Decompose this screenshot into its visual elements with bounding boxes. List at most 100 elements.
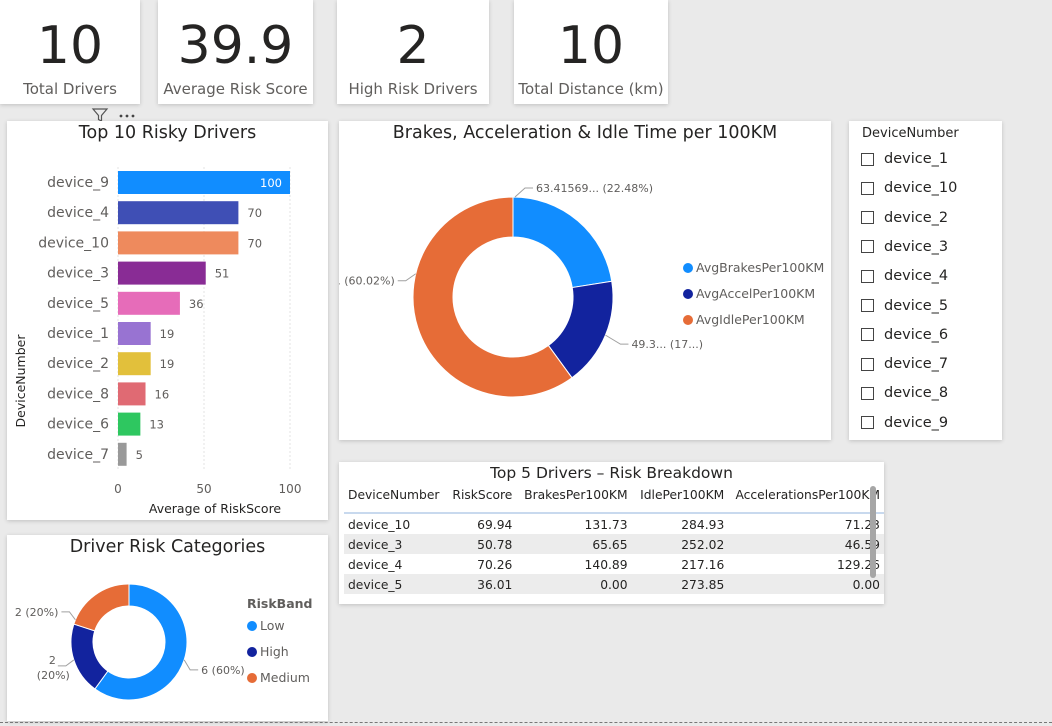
bar[interactable]	[118, 261, 206, 285]
table-row[interactable]: device_5 36.01 0.00 273.85 0.00	[344, 574, 884, 594]
slicer-item[interactable]: device_3	[861, 236, 948, 258]
y-tick-label: device_2	[47, 356, 109, 372]
slicer-item[interactable]: device_6	[861, 324, 948, 346]
checkbox[interactable]	[861, 269, 874, 283]
table-cell: 217.16	[681, 557, 725, 572]
y-axis-label: DeviceNumber	[13, 334, 28, 428]
table-cell: 36.01	[446, 574, 517, 594]
kpi-value: 39.9	[177, 16, 294, 76]
kpi-label: Total Distance (km)	[518, 80, 664, 98]
donut-data-label: (20%)	[37, 669, 70, 682]
table-cell: 129.26	[836, 557, 880, 572]
legend-label[interactable]: AvgIdlePer100KM	[696, 312, 805, 327]
slicer-item-label: device_6	[884, 326, 949, 343]
table-cell: 69.94	[477, 517, 513, 532]
donut-card-risk-categories[interactable]: Driver Risk Categories 6 (60%) 2 (20%) 2 (2…	[7, 535, 328, 721]
more-options-icon[interactable]	[117, 108, 137, 122]
bar[interactable]	[118, 352, 151, 376]
slicer-item-label: device_3	[884, 238, 949, 255]
device-slicer[interactable]: DeviceNumber device_1 device_10 device_2 de…	[849, 121, 1002, 440]
table-row[interactable]: device_10 69.94 131.73 284.93 71.23	[344, 513, 884, 534]
column-header[interactable]: DeviceNumber	[344, 482, 447, 514]
checkbox[interactable]	[861, 211, 874, 225]
donut-data-label: 49.3... (17...)	[631, 338, 703, 351]
leader-line	[57, 659, 75, 667]
kpi-card-high-risk-drivers: 2 High Risk Drivers	[337, 0, 489, 104]
checkbox[interactable]	[861, 152, 874, 166]
checkbox[interactable]	[861, 357, 874, 371]
slicer-item[interactable]: device_2	[861, 207, 948, 229]
donut-chart-per-100km[interactable]: 63.41569... (22.48%) 49.3... (17...) 169.3…	[339, 121, 831, 440]
column-header[interactable]: RiskScore	[446, 482, 517, 514]
table-cell: device_3	[344, 534, 447, 554]
slicer-item[interactable]: device_10	[861, 177, 957, 199]
kpi-value: 10	[36, 16, 104, 76]
legend-label[interactable]: AvgAccelPer100KM	[696, 286, 815, 301]
column-header[interactable]: BrakesPer100KM	[516, 482, 632, 514]
kpi-label: Average Risk Score	[163, 80, 308, 98]
slicer-item[interactable]: device_8	[861, 382, 948, 404]
table-cell: 46.59	[728, 534, 884, 554]
slicer-item[interactable]: device_1	[861, 148, 948, 170]
slicer-item-label: device_9	[884, 414, 949, 431]
bar[interactable]	[118, 412, 141, 436]
legend-label[interactable]: Medium	[260, 670, 310, 685]
table-scrollbar[interactable]	[870, 486, 876, 578]
checkbox[interactable]	[861, 328, 874, 342]
donut-slice[interactable]	[73, 583, 130, 632]
y-tick-label: device_7	[47, 447, 109, 463]
slicer-item[interactable]: device_9	[861, 412, 948, 434]
donut-data-label: 63.41569... (22.48%)	[536, 182, 653, 195]
bar-data-label: 36	[189, 297, 204, 311]
donut-slice[interactable]	[70, 623, 109, 690]
bar-data-label: 13	[149, 418, 164, 432]
slicer-item[interactable]: device_5	[861, 295, 948, 317]
legend-label[interactable]: Low	[260, 618, 285, 633]
table-cell: 65.65	[516, 534, 632, 554]
kpi-label: High Risk Drivers	[348, 80, 478, 98]
y-tick-label: device_9	[47, 175, 109, 191]
checkbox[interactable]	[861, 386, 874, 400]
table-title: Top 5 Drivers – Risk Breakdown	[490, 464, 733, 482]
checkbox[interactable]	[861, 181, 874, 195]
legend-label[interactable]: AvgBrakesPer100KM	[696, 260, 824, 275]
checkbox[interactable]	[861, 240, 874, 254]
table-row[interactable]: device_3 50.78 65.65 252.02 46.59	[344, 534, 884, 554]
risk-breakdown-table-card[interactable]: Top 5 Drivers – Risk Breakdown DeviceNum…	[339, 462, 884, 604]
bar[interactable]	[118, 201, 239, 225]
table-cell: 50.78	[446, 534, 517, 554]
bar[interactable]	[118, 231, 239, 255]
table-row[interactable]: device_4 70.26 140.89 217.16 129.26	[344, 554, 884, 574]
bar[interactable]	[118, 291, 180, 315]
table-cell: 273.85	[631, 574, 729, 594]
bar-data-label: 5	[136, 448, 143, 462]
column-header[interactable]: IdlePer100KM	[631, 482, 729, 514]
checkbox[interactable]	[861, 416, 874, 430]
bar-chart[interactable]: 0 50 100 device_9 100 device_4 70 device_10 70 de…	[7, 121, 328, 520]
donut-slice[interactable]	[512, 196, 613, 289]
checkbox[interactable]	[861, 299, 874, 312]
bar[interactable]	[118, 382, 146, 406]
bar-data-label: 51	[215, 267, 230, 281]
donut-card-per-100km[interactable]: Brakes, Acceleration & Idle Time per 100…	[339, 121, 831, 440]
bar-data-label: 16	[155, 387, 170, 401]
y-tick-label: device_3	[47, 266, 109, 282]
leader-line	[183, 659, 199, 671]
kpi-label: Total Drivers	[23, 80, 117, 98]
legend-label[interactable]: High	[260, 644, 289, 659]
kpi-card-total-drivers: 10 Total Drivers	[0, 0, 140, 104]
slicer-item[interactable]: device_7	[861, 353, 948, 375]
slicer-item[interactable]: device_4	[861, 265, 948, 287]
donut-data-label: 2	[49, 654, 56, 667]
bar-chart-card[interactable]: Top 10 Risky Drivers 0 50 100 device_9 100 de…	[7, 121, 328, 520]
bar[interactable]	[118, 442, 127, 466]
legend-marker	[683, 315, 693, 325]
leader-line	[514, 187, 533, 198]
kpi-value: 10	[557, 16, 625, 76]
bar[interactable]	[118, 322, 151, 345]
column-header[interactable]: AccelerationsPer100KM	[728, 482, 884, 514]
y-tick-label: device_1	[47, 326, 109, 342]
table-cell: 0.00	[728, 574, 884, 594]
donut-chart-risk-categories[interactable]: 6 (60%) 2 (20%) 2 (20%) RiskBand Low High Mediu…	[7, 535, 328, 721]
table-cell: device_10	[348, 517, 411, 532]
